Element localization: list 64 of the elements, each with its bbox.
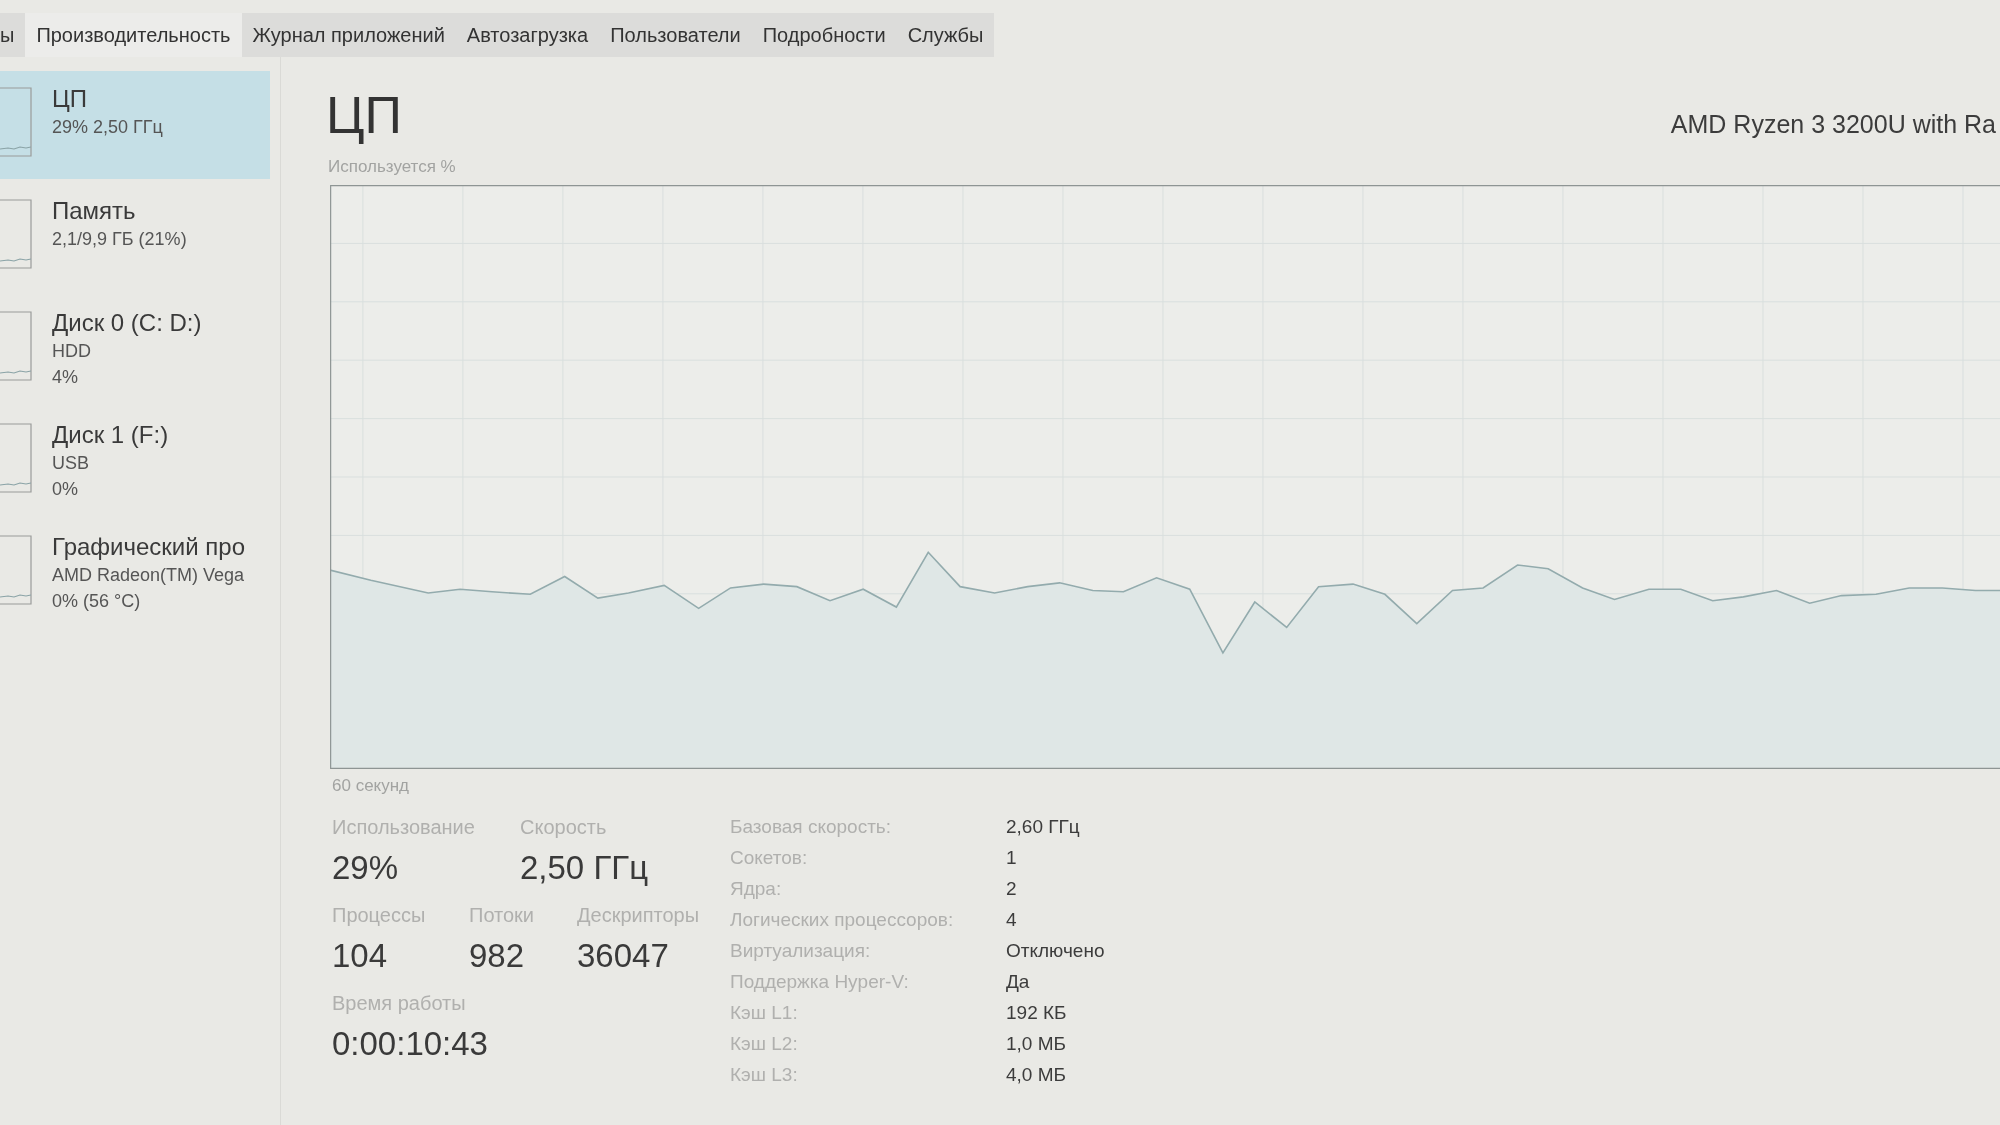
sidebar-item-name: Диск 0 (C: D:) — [52, 308, 202, 338]
sidebar-item-detail: AMD Radeon(TM) Vega — [52, 564, 245, 587]
spec-value: 4,0 МБ — [1006, 1063, 1067, 1086]
mini-graph-icon — [0, 87, 32, 157]
panel-title: ЦП — [326, 85, 402, 145]
sidebar-item-detail: 0% — [52, 478, 78, 501]
mini-graph-icon — [0, 423, 32, 493]
sidebar-item-detail: 2,1/9,9 ГБ (21%) — [52, 228, 187, 251]
stat-label: Скорость — [520, 816, 607, 838]
spec-label: Базовая скорость: — [730, 815, 892, 838]
spec-value: 1 — [1006, 846, 1018, 869]
spec-value: 1,0 МБ — [1006, 1032, 1067, 1055]
spec-label: Кэш L1: — [730, 1001, 799, 1024]
sidebar-item-detail: HDD — [52, 340, 91, 363]
tab[interactable]: Подробности — [751, 13, 897, 57]
spec-value: 4 — [1006, 908, 1018, 931]
stat-label: Процессы — [332, 904, 426, 926]
processor-name: AMD Ryzen 3 3200U with Ra — [1670, 109, 1996, 139]
sidebar-item[interactable]: Память 2,1/9,9 ГБ (21%) — [0, 183, 270, 291]
stat-value: 982 — [469, 936, 525, 976]
sidebar-item-detail: 29% 2,50 ГГц — [52, 116, 163, 139]
sidebar-item[interactable]: ЦП 29% 2,50 ГГц — [0, 71, 270, 179]
mini-graph-icon — [0, 199, 32, 269]
spec-label: Кэш L3: — [730, 1063, 799, 1086]
stat-value: 36047 — [577, 936, 669, 976]
spec-value: 2,60 ГГц — [1006, 815, 1081, 838]
tab[interactable]: Пользователи — [599, 13, 752, 57]
spec-label: Виртуализация: — [730, 939, 872, 962]
tab[interactable]: ы — [0, 13, 26, 57]
sidebar-item[interactable]: Графический про AMD Radeon(TM) Vega 0% (56 °C) — [0, 519, 270, 627]
sidebar-item[interactable]: Диск 0 (C: D:) HDD 4% — [0, 295, 270, 403]
stat-label: Время работы — [332, 992, 466, 1014]
spec-value: Да — [1006, 970, 1031, 993]
sidebar-item-name: Графический про — [52, 532, 246, 562]
stat-label: Потоки — [469, 904, 535, 926]
stat-label: Дескрипторы — [577, 904, 700, 926]
spec-value: 192 КБ — [1006, 1001, 1068, 1024]
sidebar-item-name: Память — [52, 196, 136, 226]
sidebar-item-detail: 4% — [52, 366, 78, 389]
spec-label: Кэш L2: — [730, 1032, 799, 1055]
graph-axis-label: 60 секунд — [332, 775, 410, 797]
sidebar-item-name: ЦП — [52, 84, 87, 114]
spec-label: Сокетов: — [730, 846, 809, 869]
graph-axis-label: Используется % — [328, 156, 456, 178]
sidebar-item-detail: 0% (56 °C) — [52, 590, 141, 613]
spec-value: 2 — [1006, 877, 1018, 900]
mini-graph-icon — [0, 311, 32, 381]
stat-value: 0:00:10:43 — [332, 1024, 488, 1064]
stat-value: 29% — [332, 848, 399, 888]
spec-label: Логических процессоров: — [730, 908, 955, 931]
stat-label: Использование — [332, 816, 475, 838]
mini-graph-icon — [0, 535, 32, 605]
sidebar-item[interactable]: Диск 1 (F:) USB 0% — [0, 407, 270, 515]
tab[interactable]: Журнал приложений — [241, 13, 456, 57]
sidebar-item-detail: USB — [52, 452, 89, 475]
tab[interactable]: Автозагрузка — [455, 13, 600, 57]
stat-value: 104 — [332, 936, 388, 976]
tab[interactable]: Производительность — [25, 13, 242, 57]
spec-label: Ядра: — [730, 877, 783, 900]
stat-value: 2,50 ГГц — [520, 848, 649, 888]
spec-value: Отключено — [1006, 939, 1105, 962]
spec-label: Поддержка Hyper-V: — [730, 970, 910, 993]
tab[interactable]: Службы — [896, 13, 995, 57]
sidebar-item-name: Диск 1 (F:) — [52, 420, 169, 450]
